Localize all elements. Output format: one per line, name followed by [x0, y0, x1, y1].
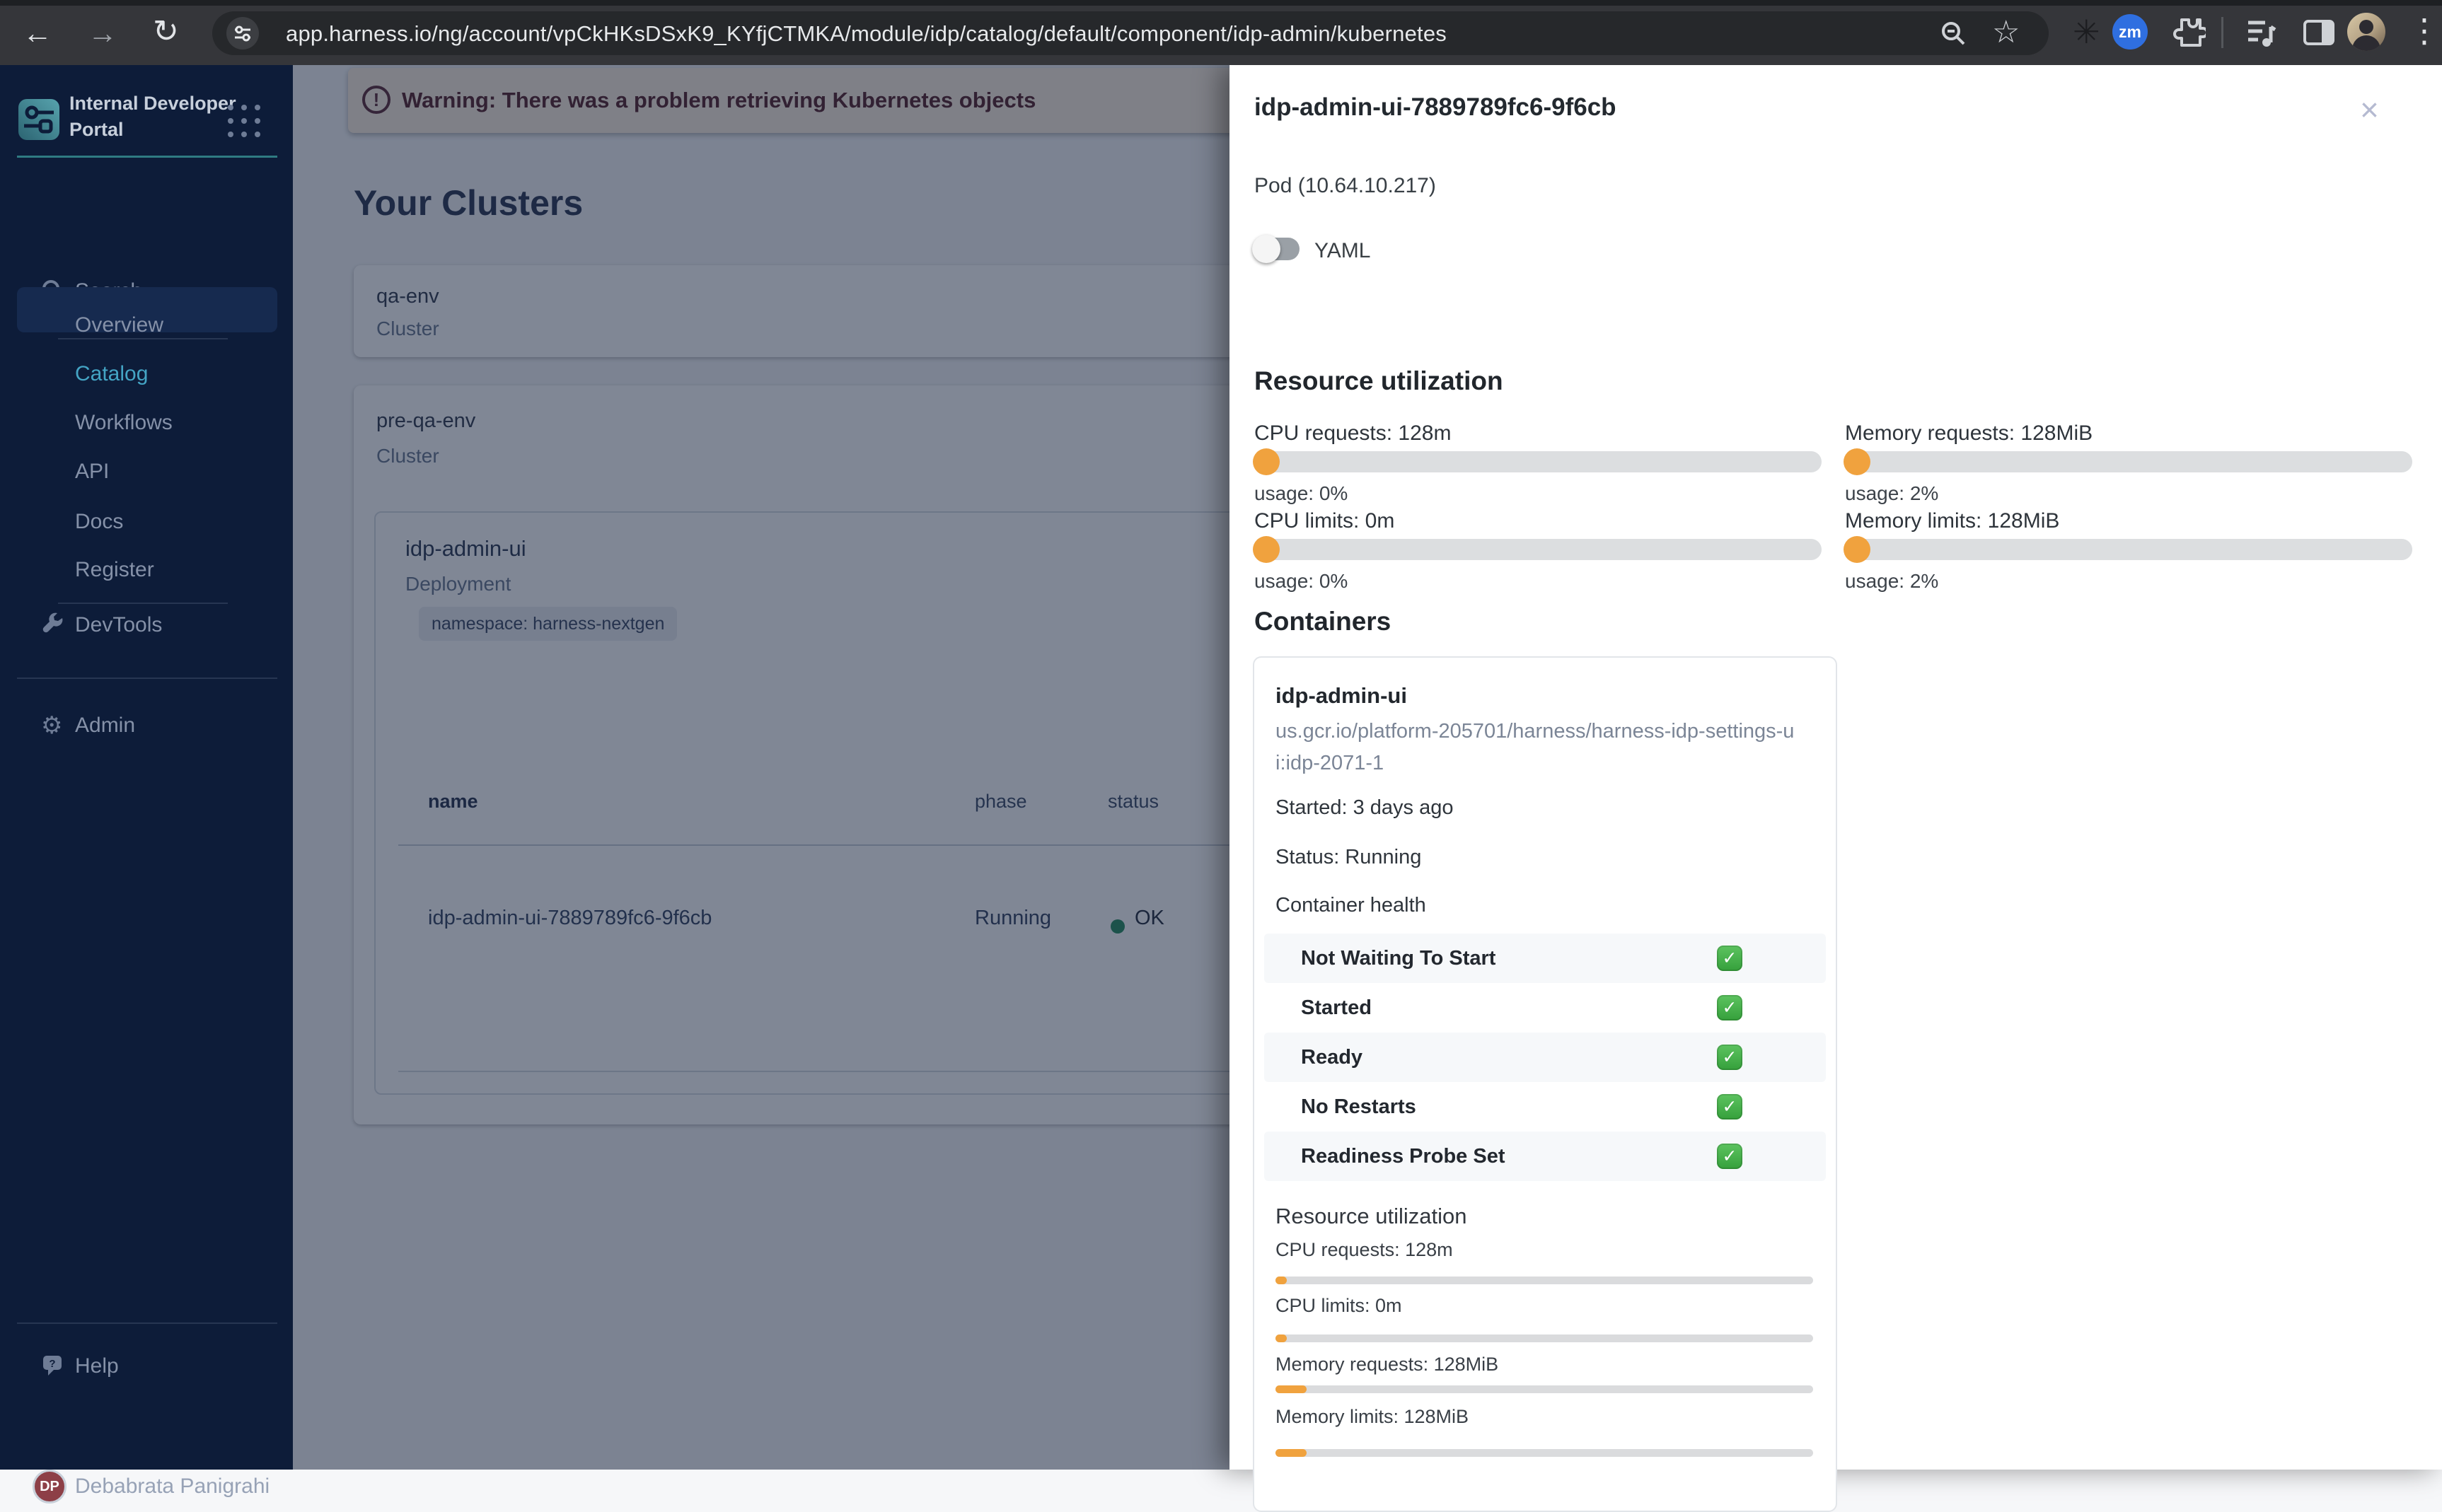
- container-image-link[interactable]: us.gcr.io/platform-205701/harness/harnes…: [1275, 716, 1800, 779]
- zoom-extension-icon[interactable]: zm: [2112, 14, 2148, 50]
- container-started: Started: 3 days ago: [1275, 796, 1454, 819]
- sidebar-item-admin[interactable]: ⚙ Admin: [0, 703, 293, 748]
- progress-track: [1844, 536, 2412, 563]
- check-icon: ✓: [1717, 995, 1742, 1020]
- idp-logo[interactable]: [18, 99, 59, 140]
- health-check-row: No Restarts ✓: [1264, 1082, 1826, 1132]
- sidebar-item-docs[interactable]: Docs: [0, 499, 293, 545]
- check-icon: ✓: [1717, 946, 1742, 971]
- sidebar-divider: [17, 678, 277, 679]
- ru-cpu-limits: CPU limits: 0m usage: 0%: [1253, 509, 1822, 594]
- container-health-heading: Container health: [1275, 894, 1426, 917]
- resource-utilization-heading: Resource utilization: [1254, 366, 1503, 395]
- ru-memory-limits: Memory limits: 128MiB usage: 2%: [1844, 509, 2412, 594]
- res-cpu-limits-label: CPU limits: 0m: [1275, 1295, 1402, 1316]
- progress-track: [1253, 536, 1822, 563]
- progress-knob: [1253, 448, 1280, 475]
- side-panel-icon[interactable]: [2303, 20, 2334, 45]
- tune-icon: [235, 25, 250, 42]
- drawer-title: idp-admin-ui-7889789fc6-9f6cb: [1254, 93, 1616, 121]
- sidebar-item-catalog[interactable]: Catalog: [0, 351, 293, 397]
- progress-knob: [1844, 536, 1870, 563]
- back-icon[interactable]: ←: [23, 18, 52, 48]
- browser-toolbar: ← → ↻ app.harness.io/ng/account/vpCkHKsD…: [0, 0, 2442, 65]
- avatar-silhouette: [2359, 20, 2373, 34]
- containers-heading: Containers: [1254, 607, 1391, 636]
- sidebar-title: Internal Developer Portal: [69, 93, 236, 140]
- sidebar-item-api[interactable]: API: [0, 449, 293, 494]
- mini-progress: [1275, 1385, 1813, 1393]
- yaml-toggle-label: YAML: [1314, 239, 1371, 262]
- mini-progress-fill: [1275, 1277, 1287, 1284]
- address-bar[interactable]: app.harness.io/ng/account/vpCkHKsDSxK9_K…: [212, 11, 2049, 55]
- site-settings-icon[interactable]: [226, 17, 259, 50]
- progress-track: [1253, 448, 1822, 475]
- toggle-thumb: [1252, 235, 1280, 263]
- res-cpu-requests-label: CPU requests: 128m: [1275, 1239, 1453, 1260]
- forward-icon[interactable]: →: [88, 18, 117, 48]
- sidebar-item-help[interactable]: ? Help: [0, 1344, 293, 1389]
- mini-progress: [1275, 1449, 1813, 1457]
- check-icon: ✓: [1717, 1045, 1742, 1070]
- url-text[interactable]: app.harness.io/ng/account/vpCkHKsDSxK9_K…: [286, 21, 1447, 47]
- sidebar-item-register[interactable]: Register: [0, 547, 293, 593]
- reload-icon[interactable]: ↻: [153, 16, 179, 47]
- sidebar: Internal Developer Portal Search Overvie…: [0, 65, 293, 1504]
- help-chat-icon: ?: [41, 1354, 66, 1379]
- container-name: idp-admin-ui: [1275, 683, 1407, 708]
- toolbar-divider: [2221, 17, 2223, 48]
- check-icon: ✓: [1717, 1144, 1742, 1169]
- avatar-silhouette: [2352, 35, 2380, 51]
- gear-icon: ⚙: [41, 712, 63, 739]
- health-check-row: Readiness Probe Set ✓: [1264, 1132, 1826, 1181]
- sidebar-divider: [17, 156, 277, 158]
- extension-spinner-icon[interactable]: ✳: [2073, 16, 2100, 48]
- svg-text:?: ?: [49, 1358, 55, 1370]
- progress-track: [1844, 448, 2412, 475]
- mini-progress: [1275, 1277, 1813, 1284]
- user-menu[interactable]: Debabrata Panigrahi: [0, 1464, 293, 1509]
- container-ru-heading: Resource utilization: [1275, 1204, 1467, 1228]
- yaml-toggle[interactable]: [1252, 235, 1300, 263]
- sidebar-item-devtools[interactable]: DevTools: [0, 603, 293, 648]
- extensions-puzzle-icon[interactable]: [2170, 14, 2206, 50]
- res-mem-requests-label: Memory requests: 128MiB: [1275, 1354, 1499, 1375]
- bookmark-star-icon[interactable]: ☆: [1992, 14, 2020, 50]
- res-mem-limits-label: Memory limits: 128MiB: [1275, 1406, 1469, 1427]
- ru-cpu-requests: CPU requests: 128m usage: 0%: [1253, 421, 1822, 506]
- mini-progress-fill: [1275, 1334, 1287, 1342]
- check-icon: ✓: [1717, 1094, 1742, 1120]
- zoom-indicator-icon[interactable]: [1938, 18, 1968, 48]
- close-icon[interactable]: ×: [2360, 93, 2379, 126]
- app-grid-icon[interactable]: [228, 105, 262, 139]
- browser-menu-icon[interactable]: ⋮: [2408, 14, 2441, 47]
- sidebar-item-workflows[interactable]: Workflows: [0, 400, 293, 446]
- mini-progress-fill: [1275, 1449, 1307, 1457]
- ru-memory-requests: Memory requests: 128MiB usage: 2%: [1844, 421, 2412, 506]
- progress-knob: [1253, 536, 1280, 563]
- health-check-row: Not Waiting To Start ✓: [1264, 934, 1826, 983]
- container-status: Status: Running: [1275, 846, 1422, 868]
- mini-progress: [1275, 1334, 1813, 1342]
- wrench-icon: [41, 612, 66, 638]
- pod-ip-subtitle: Pod (10.64.10.217): [1254, 174, 1436, 197]
- health-check-row: Started ✓: [1264, 983, 1826, 1033]
- media-controls-icon[interactable]: [2244, 16, 2278, 50]
- sidebar-item-overview[interactable]: Overview: [0, 303, 293, 348]
- progress-knob: [1844, 448, 1870, 475]
- browser-profile-avatar[interactable]: [2347, 13, 2385, 51]
- window-edge: [0, 0, 2442, 6]
- container-health-list: Not Waiting To Start ✓ Started ✓ Ready ✓…: [1264, 934, 1826, 1181]
- sidebar-divider: [17, 1322, 277, 1324]
- health-check-row: Ready ✓: [1264, 1033, 1826, 1082]
- mini-progress-fill: [1275, 1385, 1307, 1393]
